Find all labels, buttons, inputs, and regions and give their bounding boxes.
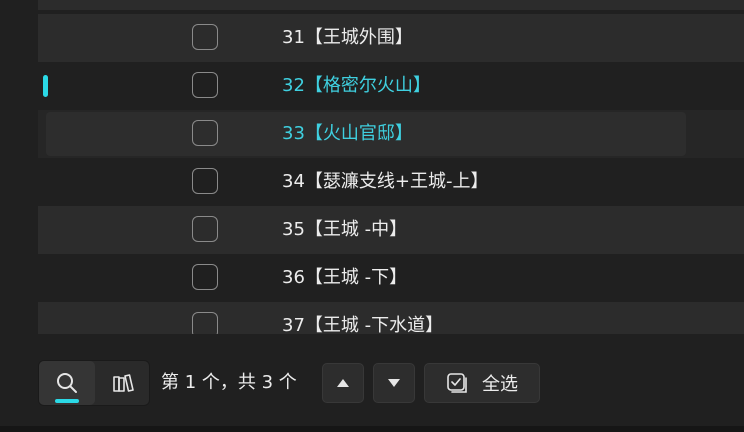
- triangle-up-icon: [337, 379, 349, 387]
- row-label: 33【火山官邸】: [282, 123, 413, 144]
- list-row[interactable]: 35【王城 -中】: [38, 206, 744, 254]
- library-mode-button[interactable]: [95, 361, 151, 405]
- triangle-down-icon: [388, 379, 400, 387]
- books-icon: [113, 374, 134, 392]
- item-list: 31【王城外围】 32【格密尔火山】 33【火山官邸】 34【瑟濂支线+王城-上…: [38, 0, 744, 334]
- row-checkbox[interactable]: [192, 168, 218, 194]
- row-checkbox[interactable]: [192, 264, 218, 290]
- search-icon: [57, 373, 77, 393]
- list-row-hovered[interactable]: 33【火山官邸】: [38, 110, 744, 158]
- select-all-label: 全选: [482, 374, 518, 395]
- row-checkbox[interactable]: [192, 120, 218, 146]
- mode-switch: [38, 360, 150, 406]
- row-label: 35【王城 -中】: [282, 219, 408, 240]
- list-row[interactable]: 31【王城外围】: [38, 14, 744, 62]
- current-match-indicator: [43, 75, 48, 97]
- match-counter: 第 1 个，共 3 个: [161, 372, 297, 393]
- list-row[interactable]: 34【瑟濂支线+王城-上】: [38, 158, 744, 206]
- row-checkbox[interactable]: [192, 72, 218, 98]
- row-checkbox[interactable]: [192, 312, 218, 334]
- list-row[interactable]: 36【王城 -下】: [38, 254, 744, 302]
- search-mode-button[interactable]: [39, 361, 95, 405]
- bottom-border: [0, 426, 744, 432]
- row-label: 32【格密尔火山】: [282, 75, 431, 96]
- row-label: 34【瑟濂支线+王城-上】: [282, 171, 489, 192]
- next-match-button[interactable]: [373, 363, 415, 403]
- list-row[interactable]: 37【王城 -下水道】: [38, 302, 744, 334]
- row-label: 37【王城 -下水道】: [282, 315, 444, 334]
- list-row-partial: [38, 0, 744, 10]
- search-toolbar: 第 1 个，共 3 个 全选: [0, 358, 744, 408]
- row-checkbox[interactable]: [192, 24, 218, 50]
- select-all-button[interactable]: 全选: [424, 363, 540, 403]
- row-checkbox[interactable]: [192, 216, 218, 242]
- row-label: 36【王城 -下】: [282, 267, 408, 288]
- previous-match-button[interactable]: [322, 363, 364, 403]
- active-mode-underline: [55, 399, 79, 403]
- list-row-current-match[interactable]: 32【格密尔火山】: [38, 62, 744, 110]
- checkbox-checked-icon: [447, 373, 467, 393]
- row-label: 31【王城外围】: [282, 27, 413, 48]
